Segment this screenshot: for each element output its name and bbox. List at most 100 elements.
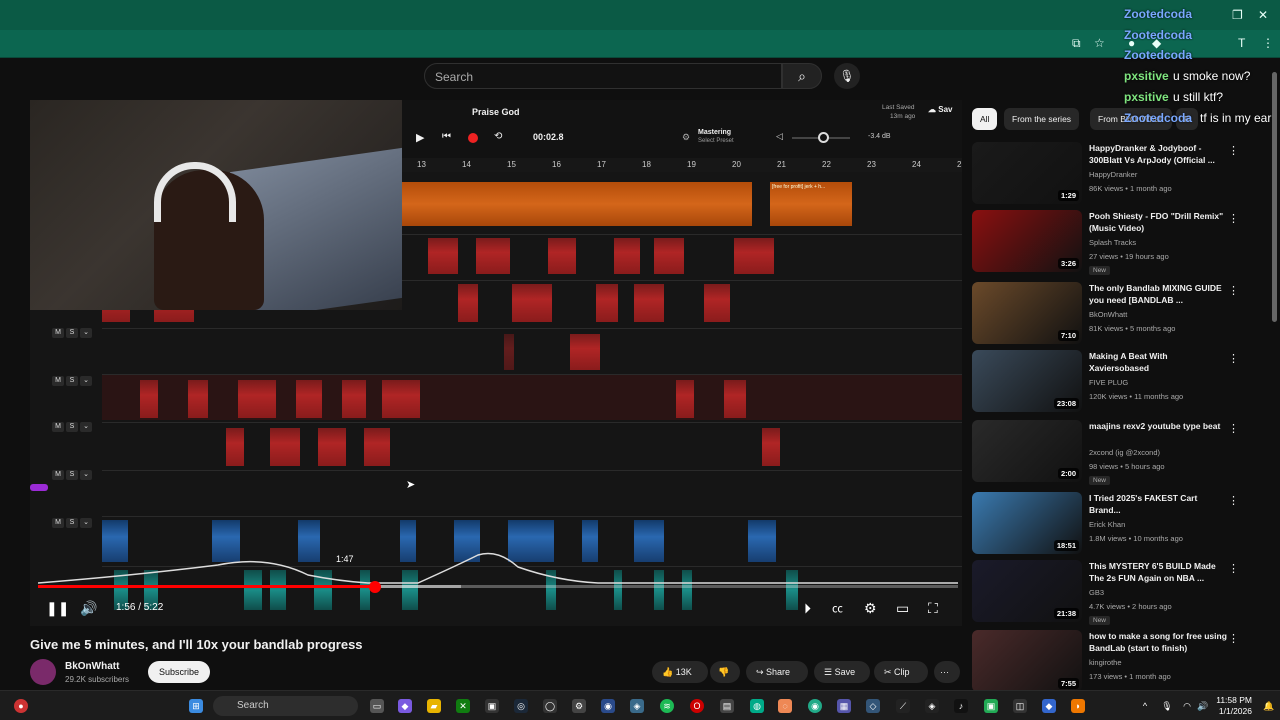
recommendation-item[interactable]: 1:29 HappyDranker & Jodyboof - 300Blatt V…	[972, 142, 1262, 206]
more-actions-button[interactable]: ···	[934, 661, 960, 683]
clip[interactable]	[238, 380, 276, 418]
autoplay-toggle-icon[interactable]: ⏵	[804, 600, 811, 617]
xbox-icon[interactable]: ✕	[456, 699, 470, 713]
video-thumbnail[interactable]: 7:10	[972, 282, 1082, 344]
volume-icon[interactable]: ◁	[776, 131, 783, 142]
video-player[interactable]: Praise God ▶ ⏮ ⟲ 00:02.8 ⚙ Mastering Sel…	[30, 100, 962, 626]
recommendation-item[interactable]: 3:26 Pooh Shiesty - FDO "Drill Remix" (Mu…	[972, 210, 1262, 275]
close-window-icon[interactable]: ✕	[1258, 8, 1268, 22]
steam-icon[interactable]: ◎	[514, 699, 528, 713]
app-icon-8[interactable]: ▦	[837, 699, 851, 713]
scrollbar-thumb[interactable]	[1272, 72, 1277, 322]
clip[interactable]	[226, 428, 244, 466]
clip[interactable]	[342, 380, 366, 418]
app-icon-13[interactable]: ◫	[1013, 699, 1027, 713]
clip[interactable]	[548, 238, 576, 274]
skip-back-icon[interactable]: ⏮	[442, 131, 451, 142]
recommendation-channel[interactable]: Splash Tracks	[1089, 238, 1136, 247]
video-thumbnail[interactable]: 1:29	[972, 142, 1082, 204]
chip-all[interactable]: All	[972, 108, 998, 130]
clip[interactable]	[512, 284, 552, 322]
subscribe-button[interactable]: Subscribe	[148, 661, 210, 683]
clock[interactable]: 11:58 PM 1/1/2026	[1216, 695, 1252, 717]
recommendation-item[interactable]: 7:55 how to make a song for free using Ba…	[972, 630, 1262, 694]
app-icon-7[interactable]: ◌	[778, 699, 792, 713]
record-icon[interactable]	[468, 133, 478, 143]
scrubber-handle[interactable]	[368, 581, 381, 593]
clip[interactable]	[476, 238, 510, 274]
play-icon[interactable]: ▶	[416, 131, 424, 144]
clip[interactable]	[654, 238, 684, 274]
video-thumbnail[interactable]: 23:08	[972, 350, 1082, 412]
orange-clip-2[interactable]: [free for profit] jerk + h...	[770, 182, 852, 226]
app-icon-6[interactable]: ◍	[750, 699, 764, 713]
channel-name[interactable]: BkOnWhatt	[65, 661, 119, 672]
clip[interactable]	[676, 380, 694, 418]
recommendation-title[interactable]: This MYSTERY 6'5 BUILD Made The 2s FUN A…	[1089, 560, 1229, 584]
recommendation-title[interactable]: Making A Beat With Xaviersobased	[1089, 350, 1229, 374]
mic-tray-icon[interactable]: 🎙	[1160, 699, 1174, 713]
opera-icon[interactable]: O	[690, 699, 704, 713]
app-icon-2[interactable]: ◯	[543, 699, 557, 713]
clip[interactable]	[596, 284, 618, 322]
more-options-icon[interactable]: ⋮	[1228, 284, 1239, 297]
track-controls[interactable]: MS⌄	[52, 518, 94, 528]
copilot-icon[interactable]: ◆	[398, 699, 412, 713]
more-options-icon[interactable]: ⋮	[1228, 632, 1239, 645]
share-button[interactable]: ↪ Share	[746, 661, 808, 683]
more-options-icon[interactable]: ⋮	[1228, 494, 1239, 507]
clip[interactable]	[318, 428, 346, 466]
video-thumbnail[interactable]: 2:00	[972, 420, 1082, 482]
fullscreen-icon[interactable]: ⛶	[928, 600, 938, 617]
recommendation-channel[interactable]: HappyDranker	[1089, 170, 1137, 179]
settings-icon[interactable]: ⚙	[572, 699, 586, 713]
spotify-icon[interactable]: ≋	[660, 699, 674, 713]
tiktok-icon[interactable]: ♪	[954, 699, 968, 713]
more-options-icon[interactable]: ⋮	[1228, 422, 1239, 435]
recommendation-item[interactable]: 21:38 This MYSTERY 6'5 BUILD Made The 2s …	[972, 560, 1262, 625]
loop-icon[interactable]: ⟲	[494, 131, 502, 142]
chrome-icon[interactable]: ◉	[808, 699, 822, 713]
save-project-button[interactable]: ☁ Sav	[928, 105, 952, 114]
app-icon-4[interactable]: ◈	[630, 699, 644, 713]
app-icon-11[interactable]: ◈	[925, 699, 939, 713]
recommendation-title[interactable]: HappyDranker & Jodyboof - 300Blatt Vs Ar…	[1089, 142, 1229, 166]
restore-icon[interactable]: ❐	[1232, 8, 1243, 22]
notification-icon[interactable]: 🔔	[1262, 699, 1276, 713]
recommendation-item[interactable]: 2:00 maajins rexv2 youtube type beat 2xcon…	[972, 420, 1262, 485]
clip[interactable]	[504, 334, 514, 370]
track-controls[interactable]: MS⌄	[52, 470, 94, 480]
taskbar-search[interactable]: Search	[213, 696, 358, 716]
captions-icon[interactable]: ㏄	[832, 600, 843, 616]
app-icon-9[interactable]: ◇	[866, 699, 880, 713]
more-options-icon[interactable]: ⋮	[1228, 144, 1239, 157]
more-options-icon[interactable]: ⋮	[1228, 352, 1239, 365]
pause-icon[interactable]: ❚❚	[46, 600, 69, 617]
recommendation-title[interactable]: how to make a song for free using BandLa…	[1089, 630, 1229, 654]
recommendation-title[interactable]: maajins rexv2 youtube type beat	[1089, 420, 1229, 432]
app-icon-3[interactable]: ◉	[601, 699, 615, 713]
app-icon-14[interactable]: ◆	[1042, 699, 1056, 713]
task-view-icon[interactable]: ▭	[370, 699, 384, 713]
clip[interactable]	[188, 380, 208, 418]
profile-icon[interactable]: T	[1238, 36, 1245, 50]
recommendation-title[interactable]: Pooh Shiesty - FDO "Drill Remix" (Music …	[1089, 210, 1229, 234]
clip[interactable]	[140, 380, 158, 418]
track-controls[interactable]: MS⌄	[52, 328, 94, 338]
recommendation-item[interactable]: 23:08 Making A Beat With Xaviersobased FIV…	[972, 350, 1262, 414]
video-thumbnail[interactable]: 18:51	[972, 492, 1082, 554]
mastering-label[interactable]: Mastering	[698, 129, 731, 136]
recommendation-title[interactable]: I Tried 2025's FAKEST Cart Brand...	[1089, 492, 1229, 516]
app-icon-15[interactable]: ◗	[1071, 699, 1085, 713]
clip[interactable]	[614, 238, 640, 274]
recommendation-channel[interactable]: Erick Khan	[1089, 520, 1125, 529]
speaker-icon[interactable]: 🔊	[1196, 699, 1210, 713]
app-icon[interactable]: ▣	[485, 699, 499, 713]
clip[interactable]	[704, 284, 730, 322]
install-app-icon[interactable]: ⧉	[1072, 36, 1081, 50]
file-explorer-icon[interactable]: ▰	[427, 699, 441, 713]
clip[interactable]	[570, 334, 600, 370]
search-input[interactable]: Search	[424, 63, 782, 89]
clip[interactable]	[428, 238, 458, 274]
bookmark-star-icon[interactable]: ☆	[1094, 36, 1105, 50]
